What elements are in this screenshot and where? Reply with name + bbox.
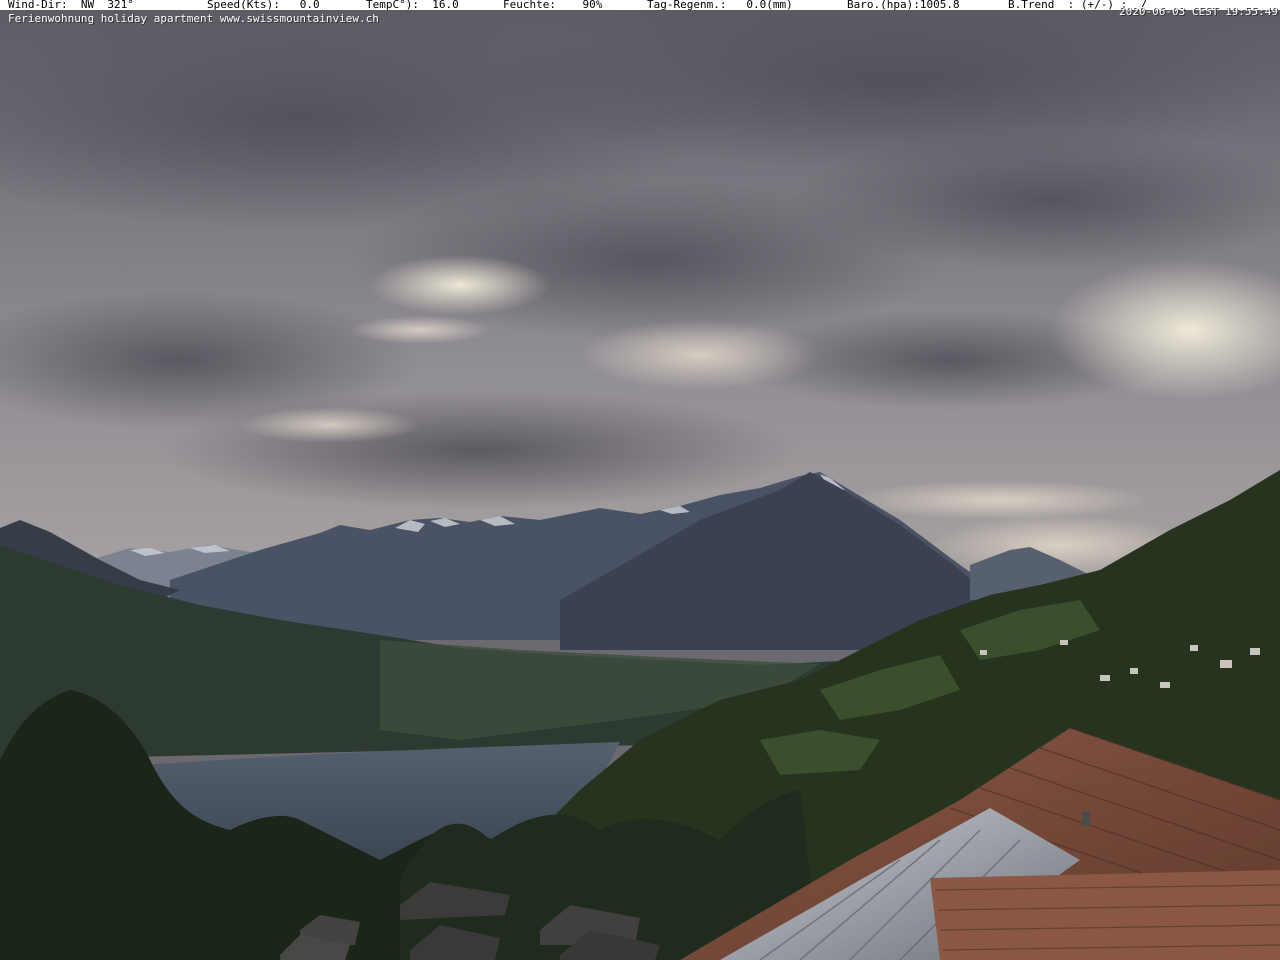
timestamp: 2020-06-03 CEST 19:55:49: [1119, 5, 1278, 18]
humidity: Feuchte: 90%: [503, 0, 603, 11]
temperature: TempC°): 16.0: [366, 0, 459, 11]
webcam-scene: [0, 0, 1280, 960]
roof-vent: [1082, 812, 1090, 826]
wind-direction: Wind-Dir: NW 321°: [8, 0, 134, 11]
webcam-caption: Ferienwohnung holiday apartment www.swis…: [8, 12, 379, 25]
barometer: Baro.(hpa):1005.8: [847, 0, 960, 11]
daily-rain: Tag-Regenm.: 0.0(mm): [647, 0, 793, 11]
roof-front: [930, 870, 1280, 960]
wind-speed: Speed(Kts): 0.0: [207, 0, 320, 11]
